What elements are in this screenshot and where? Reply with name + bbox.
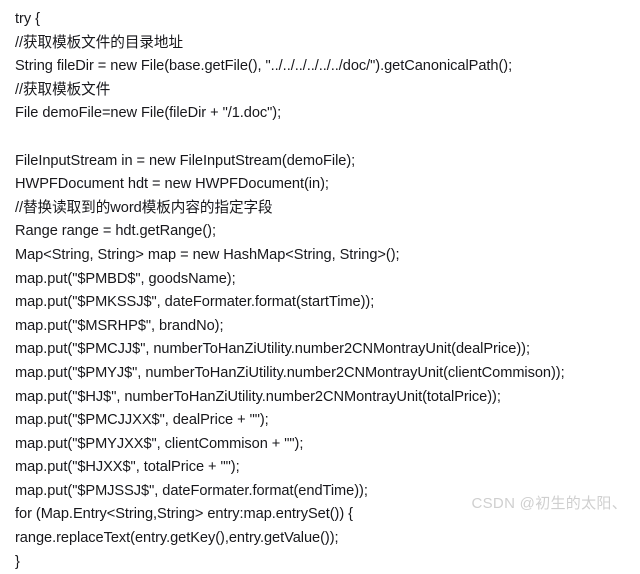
csdn-watermark: CSDN @初生的太阳、 <box>471 495 627 512</box>
code-line: File demoFile=new File(fileDir + "/1.doc… <box>15 105 282 122</box>
code-line: range.replaceText(entry.getKey(),entry.g… <box>15 530 339 547</box>
code-line: map.put("$HJXX$", totalPrice + ""); <box>15 459 240 476</box>
code-line: map.put("$MSRHP$", brandNo); <box>15 317 224 334</box>
code-line: Range range = hdt.getRange(); <box>15 223 216 240</box>
code-line: map.put("$HJ$", numberToHanZiUtility.num… <box>15 388 501 405</box>
code-line: map.put("$PMYJ$", numberToHanZiUtility.n… <box>15 364 565 381</box>
code-line: HWPFDocument hdt = new HWPFDocument(in); <box>15 176 329 193</box>
code-line: String fileDir = new File(base.getFile()… <box>15 58 513 75</box>
code-snippet-screenshot: try { //获取模板文件的目录地址 String fileDir = new F… <box>0 0 640 570</box>
code-line: FileInputStream in = new FileInputStream… <box>15 152 356 169</box>
code-line: map.put("$PMBD$", goodsName); <box>15 270 236 287</box>
code-line: map.put("$PMKSSJ$", dateFormater.format(… <box>15 294 375 311</box>
code-line: } <box>15 553 20 570</box>
code-line: map.put("$PMCJJ$", numberToHanZiUtility.… <box>15 341 530 358</box>
code-line: //获取模板文件 <box>15 81 111 98</box>
code-block[interactable]: try { //获取模板文件的目录地址 String fileDir = new F… <box>15 8 640 574</box>
code-line: map.put("$PMYJXX$", clientCommison + "")… <box>15 435 304 452</box>
code-line: map.put("$PMCJJXX$", dealPrice + ""); <box>15 412 269 429</box>
code-line: try { <box>15 11 40 27</box>
code-line: //替换读取到的word模板内容的指定字段 <box>15 199 273 216</box>
code-line: Map<String, String> map = new HashMap<St… <box>15 246 400 263</box>
code-line: //获取模板文件的目录地址 <box>15 34 183 51</box>
